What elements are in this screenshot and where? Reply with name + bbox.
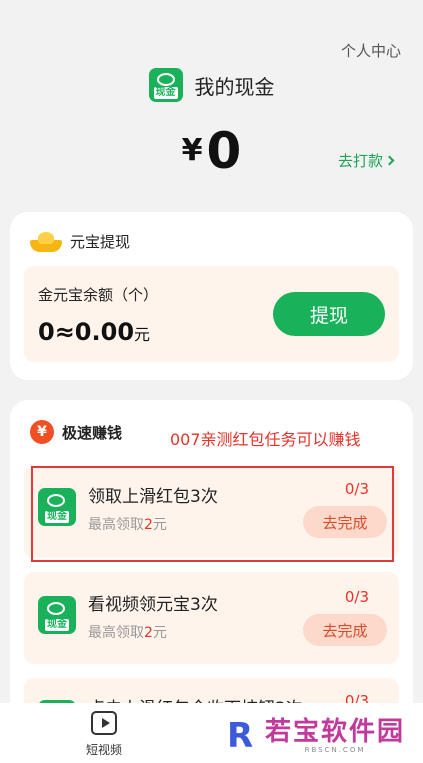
nav-item-short-video[interactable]: 短视频 xyxy=(80,711,128,758)
personal-center-link[interactable]: 个人中心 xyxy=(341,40,401,61)
ingot-balance-unit: 元 xyxy=(134,325,151,344)
watermark-logo-icon: R xyxy=(226,716,254,756)
task-icon: 现金 xyxy=(38,596,76,634)
ingot-balance-label: 金元宝余额（个） xyxy=(38,286,159,304)
gold-ingot-icon xyxy=(30,230,62,252)
task-title: 看视频领元宝3次 xyxy=(88,595,218,615)
withdraw-button[interactable]: 提现 xyxy=(273,292,385,336)
page-header: 现金 我的现金 xyxy=(0,68,423,102)
ingot-balance-box: 金元宝余额（个） 0≈0.00元 提现 xyxy=(24,266,399,362)
cash-icon: 现金 xyxy=(38,596,76,634)
go-withdraw-label: 去打款 xyxy=(337,152,383,170)
watermark-text: 若宝软件园 xyxy=(264,717,405,747)
ingot-balance-value: 0≈0.00元 xyxy=(38,318,150,346)
watermark: R 若宝软件园 RBSCN.COM xyxy=(225,718,405,754)
yuan-coin-icon: ¥ xyxy=(30,420,54,444)
cash-balance: 0 xyxy=(206,122,242,180)
watermark-subtext: RBSCN.COM xyxy=(304,746,366,754)
ingot-section-title: 元宝提现 xyxy=(70,232,131,251)
task-progress: 0/3 xyxy=(344,588,369,606)
ingot-withdraw-card: 元宝提现 金元宝余额（个） 0≈0.00元 提现 xyxy=(10,212,413,380)
currency-symbol: ¥ xyxy=(181,133,203,168)
highlight-frame xyxy=(31,466,394,562)
earn-section-header: ¥ 极速赚钱 xyxy=(30,420,122,444)
earn-section-title: 极速赚钱 xyxy=(62,423,123,442)
go-withdraw-link[interactable]: 去打款 xyxy=(337,150,395,171)
video-icon xyxy=(91,711,117,735)
ingot-balance-number: 0≈0.00 xyxy=(38,318,135,346)
task-reward: 最高领取2元 xyxy=(88,625,167,641)
cash-icon: 现金 xyxy=(148,68,183,102)
annotation-text: 007亲测红包任务可以赚钱 xyxy=(170,430,361,449)
ingot-section-header: 元宝提现 xyxy=(30,230,130,252)
task-complete-button[interactable]: 去完成 xyxy=(303,614,387,646)
page-title: 我的现金 xyxy=(194,74,275,99)
nav-item-label: 短视频 xyxy=(85,743,122,757)
chevron-right-icon xyxy=(384,155,395,166)
task-item: 现金 看视频领元宝3次 最高领取2元 0/3 去完成 xyxy=(24,572,399,664)
